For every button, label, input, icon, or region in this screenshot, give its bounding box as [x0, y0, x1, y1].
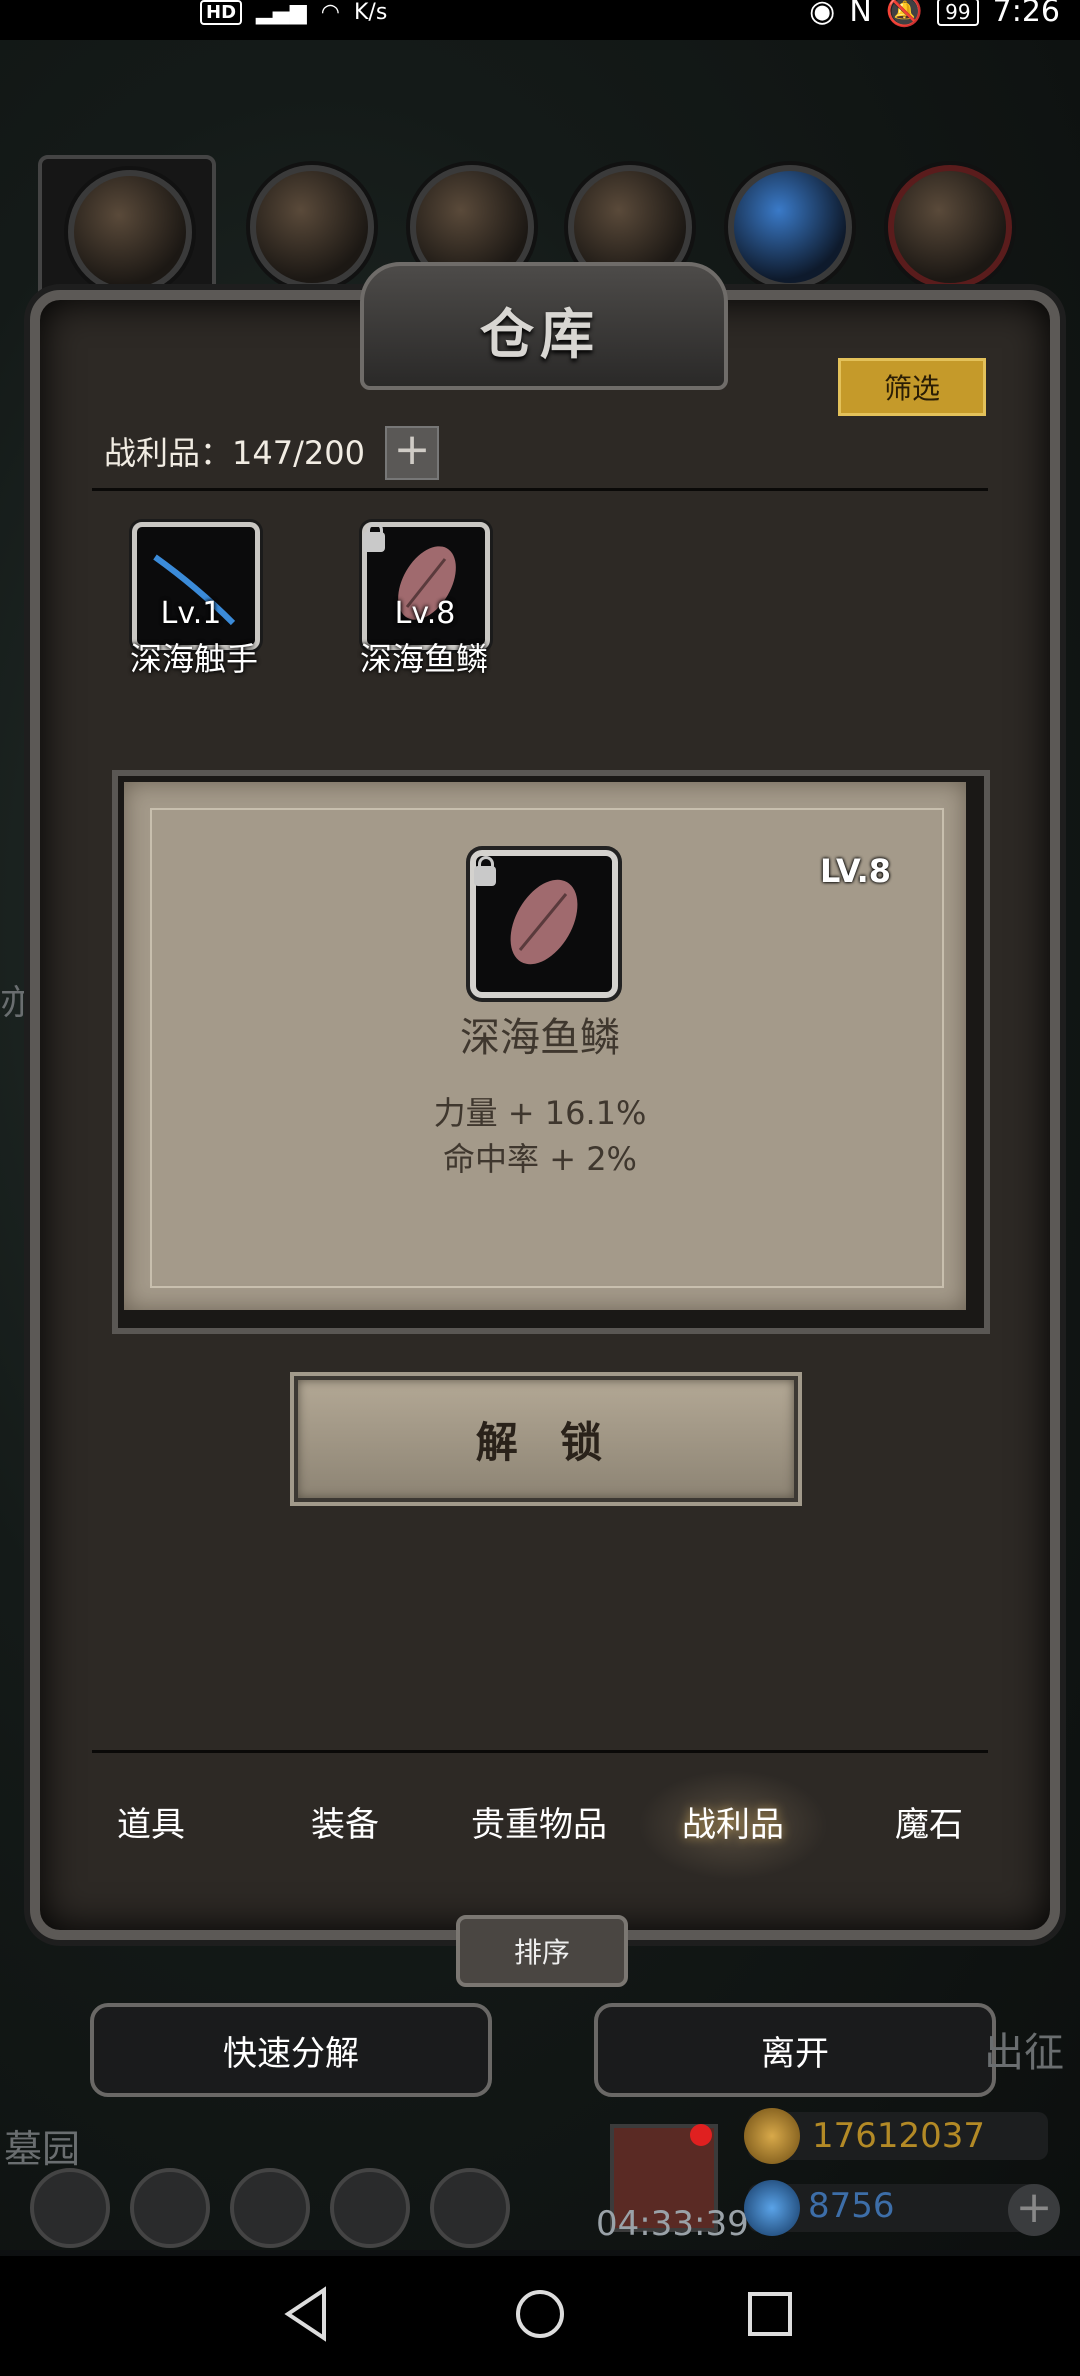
gold-coin-icon — [744, 2108, 800, 2164]
detail-item-name: 深海鱼鳞 — [460, 1015, 620, 1061]
divider-bottom — [92, 1750, 988, 1753]
boots-icon[interactable] — [888, 165, 1012, 289]
stat-line: 力量 + 16.1% — [433, 1094, 647, 1132]
unlock-button[interactable]: 解 锁 — [294, 1376, 798, 1502]
gem-icon — [744, 2180, 800, 2236]
gem-amount: 8756 — [808, 2186, 895, 2226]
battery-icon: 99 — [937, 0, 979, 26]
clock: 7:26 — [992, 0, 1060, 29]
star-icon[interactable] — [130, 2168, 210, 2248]
handshake-icon[interactable] — [430, 2168, 510, 2248]
panel-title: 仓库 — [480, 303, 600, 366]
nfc-icon: N — [849, 0, 872, 29]
tab-equipment[interactable]: 装备 — [250, 1790, 440, 1860]
gear-icon[interactable] — [30, 2168, 110, 2248]
home-icon[interactable] — [508, 2282, 572, 2346]
add-gems-button[interactable]: + — [1008, 2184, 1060, 2236]
fish-scale-icon — [510, 879, 578, 965]
gift-timer: 04:33:39 — [596, 2204, 749, 2244]
weapon-icon[interactable] — [68, 170, 192, 294]
sort-button[interactable]: 排序 — [456, 1915, 628, 1987]
network-speed: K/s — [353, 0, 388, 25]
map-icon[interactable] — [230, 2168, 310, 2248]
loot-count: 战利品：147/200 — [104, 434, 365, 472]
expedition-label: 出征 — [984, 2030, 1064, 2076]
leave-button[interactable]: 离开 — [594, 2003, 996, 2097]
detail-lock-icon — [474, 856, 496, 886]
feather-icon[interactable] — [728, 165, 852, 289]
lock-icon — [363, 522, 385, 552]
mute-icon: 🔕 — [885, 0, 924, 29]
item-name: 深海鱼鳞 — [359, 640, 488, 678]
status-right: ◉ N 🔕 99 7:26 — [809, 0, 1060, 29]
hd-badge: HD — [200, 0, 243, 25]
notification-dot — [690, 2124, 712, 2146]
wifi-icon: ◠ — [320, 0, 340, 25]
tab-loot[interactable]: 战利品 — [638, 1790, 828, 1860]
mail-icon[interactable] — [330, 2168, 410, 2248]
back-icon[interactable] — [276, 2282, 340, 2346]
signal-icon: ▂▄▆ — [256, 0, 307, 25]
gold-amount: 17612037 — [812, 2116, 986, 2156]
item-level: Lv.8 — [394, 596, 456, 631]
filter-button[interactable]: 筛选 — [838, 358, 986, 416]
detail-level: LV.8 — [820, 852, 892, 890]
quick-decompose-button[interactable]: 快速分解 — [90, 2003, 492, 2097]
graveyard-label: 墓园 — [4, 2127, 81, 2171]
tab-items[interactable]: 道具 — [56, 1790, 246, 1860]
item-name: 深海触手 — [129, 640, 258, 678]
side-text-left: 亦 — [0, 983, 34, 1023]
stat-line: 命中率 + 2% — [443, 1140, 637, 1178]
helmet-icon[interactable] — [250, 165, 374, 289]
recents-icon[interactable] — [738, 2282, 802, 2346]
eye-icon: ◉ — [809, 0, 836, 29]
add-capacity-button[interactable]: + — [385, 426, 439, 480]
tab-magic-stones[interactable]: 魔石 — [834, 1790, 1024, 1860]
status-left: HD ▂▄▆ ◠ K/s — [200, 0, 387, 25]
divider-top — [92, 488, 988, 491]
status-bar: HD ▂▄▆ ◠ K/s ◉ N 🔕 99 7:26 — [0, 0, 1080, 40]
tab-valuables[interactable]: 贵重物品 — [444, 1790, 634, 1860]
item-level: Lv.1 — [160, 596, 222, 631]
